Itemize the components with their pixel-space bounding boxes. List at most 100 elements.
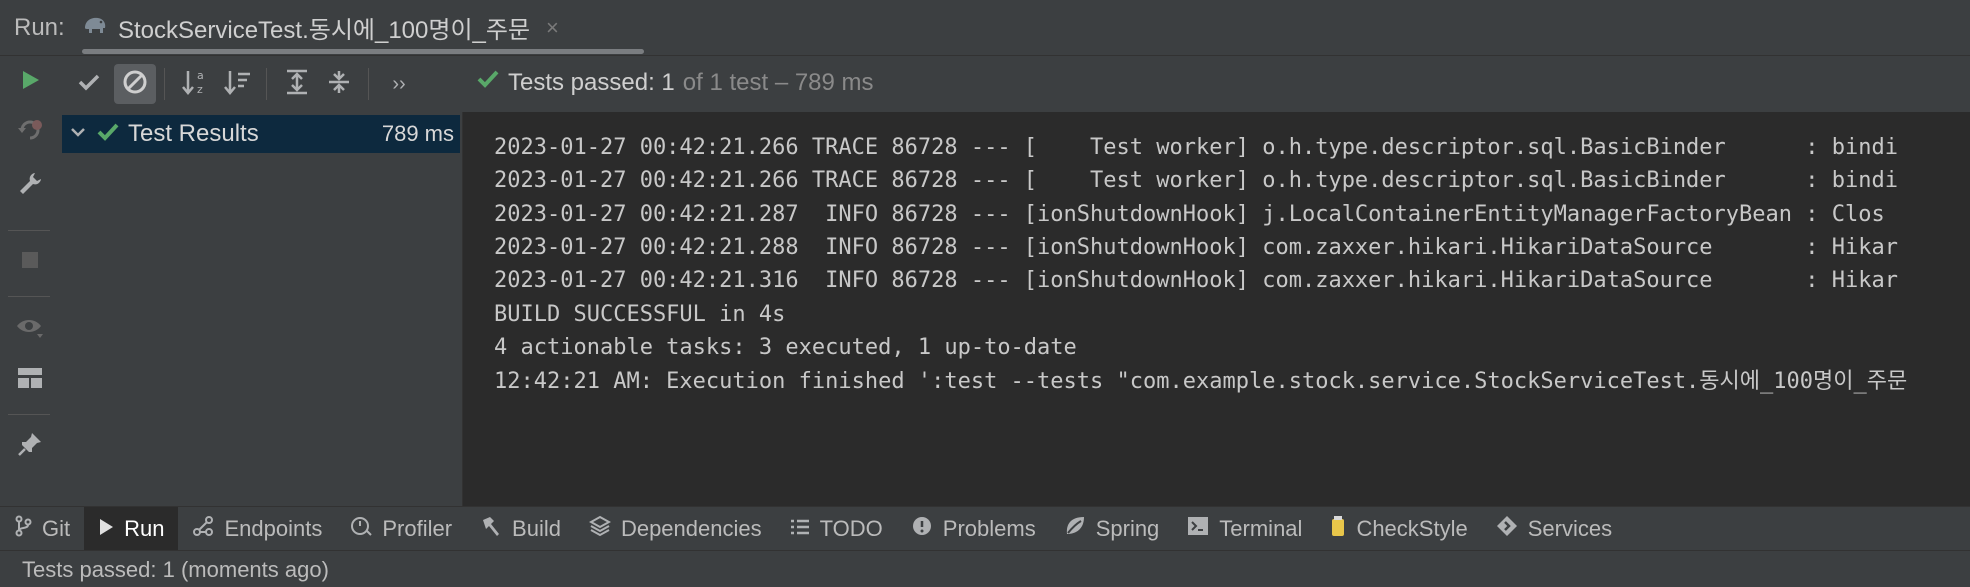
tool-tab-label: Spring <box>1095 516 1160 541</box>
passed-check-icon <box>96 121 120 148</box>
tool-tab-checkstyle[interactable]: CheckStyle <box>1316 507 1481 551</box>
endpoints-icon <box>192 515 214 543</box>
status-bar: Tests passed: 1 (moments ago) <box>0 550 1970 587</box>
tool-tab-profiler[interactable]: Profiler <box>336 507 466 551</box>
pin-icon <box>17 431 43 462</box>
tool-tab-label: Run <box>124 516 165 541</box>
chevron-down-icon[interactable] <box>68 122 88 147</box>
divider <box>164 68 165 100</box>
tool-tab-terminal[interactable]: Terminal <box>1173 507 1316 551</box>
ignored-icon <box>121 68 149 101</box>
active-tab-indicator <box>82 49 644 54</box>
more-actions-button[interactable]: ›› <box>378 64 420 104</box>
console-line: 2023-01-27 00:42:21.266 TRACE 86728 --- … <box>494 168 1898 193</box>
console-line: 2023-01-27 00:42:21.316 INFO 86728 --- [… <box>494 268 1898 293</box>
layout-button[interactable] <box>10 360 50 400</box>
run-label: Run: <box>14 14 65 41</box>
left-tool-strip <box>0 56 59 506</box>
hammer-icon <box>480 515 502 543</box>
tests-passed-text: Tests passed: 1 <box>508 68 675 96</box>
tree-row-test-results[interactable]: Test Results 789 ms <box>62 115 460 153</box>
tool-tab-build[interactable]: Build <box>466 507 575 551</box>
test-results-tree: Test Results 789 ms <box>58 112 463 506</box>
divider <box>8 296 50 297</box>
console-line: Hibernate: delete from stock where id=? … <box>494 112 1196 120</box>
tool-tab-problems[interactable]: Problems <box>897 507 1050 551</box>
tool-tab-todo[interactable]: TODO <box>776 507 897 551</box>
checkstyle-icon <box>1330 515 1346 543</box>
terminal-icon <box>1187 516 1209 542</box>
tool-tab-label: Services <box>1527 516 1613 541</box>
stop-icon <box>20 250 40 275</box>
console-line: 12:42:21 AM: Execution finished ':test -… <box>494 369 1908 394</box>
wrench-icon <box>17 171 43 202</box>
sort-by-duration-button[interactable] <box>216 64 258 104</box>
tool-tab-run[interactable]: Run <box>84 507 179 551</box>
rerun-button[interactable] <box>10 62 50 102</box>
tool-tab-dependencies[interactable]: Dependencies <box>575 507 776 551</box>
settings-button[interactable] <box>10 166 50 206</box>
tool-tab-label: TODO <box>819 516 883 541</box>
expand-all-icon <box>283 68 311 101</box>
collapse-all-icon <box>325 68 353 101</box>
expand-all-button[interactable] <box>276 64 318 104</box>
rerun-failed-icon <box>16 116 44 149</box>
layers-icon <box>588 515 612 543</box>
tool-tab-label: Git <box>42 516 71 541</box>
collapse-all-button[interactable] <box>318 64 360 104</box>
git-branch-icon <box>14 515 32 543</box>
sort-alphabetically-button[interactable]: az <box>174 64 216 104</box>
list-icon <box>790 516 810 542</box>
close-icon[interactable]: × <box>546 15 559 41</box>
console-line: 4 actionable tasks: 3 executed, 1 up-to-… <box>494 335 1077 360</box>
spring-leaf-icon <box>1064 515 1086 543</box>
checkmark-icon <box>77 72 101 97</box>
console-line: 2023-01-27 00:42:21.288 INFO 86728 --- [… <box>494 235 1898 260</box>
test-status: Tests passed: 1 of 1 test – 789 ms <box>476 68 874 97</box>
eye-icon <box>15 316 45 345</box>
pin-tab-button[interactable] <box>10 426 50 466</box>
passed-check-icon <box>476 68 500 97</box>
gradle-elephant-icon <box>82 14 108 41</box>
console-line: BUILD SUCCESSFUL in 4s <box>494 302 786 327</box>
svg-text:z: z <box>197 83 203 96</box>
tool-tab-label: Profiler <box>382 516 453 541</box>
tool-tab-label: Build <box>512 516 561 541</box>
test-runner-toolbar: az ›› Tests passed: 1 of 1 test – 789 ms <box>58 56 1970 112</box>
layout-icon <box>17 367 43 394</box>
play-icon <box>18 68 42 97</box>
console-line: 2023-01-27 00:42:21.266 TRACE 86728 --- … <box>494 135 1898 160</box>
tool-tab-label: Dependencies <box>620 516 762 541</box>
info-icon <box>911 515 933 543</box>
view-options-button[interactable] <box>10 310 50 350</box>
divider <box>368 68 369 100</box>
divider <box>8 230 50 231</box>
tool-tab-endpoints[interactable]: Endpoints <box>178 507 336 551</box>
rerun-failed-button[interactable] <box>10 112 50 152</box>
tree-label: Test Results <box>128 120 259 147</box>
tool-tab-label: Endpoints <box>224 516 323 541</box>
status-bar-text: Tests passed: 1 (moments ago) <box>22 557 329 582</box>
tool-tab-git[interactable]: Git <box>0 507 84 551</box>
run-title-bar: Run: StockServiceTest.동시에_100명이_주문 × <box>0 0 1970 56</box>
tool-tab-label: CheckStyle <box>1356 516 1468 541</box>
console-output[interactable]: Hibernate: delete from stock where id=? … <box>472 112 1970 506</box>
console-line: 2023-01-27 00:42:21.287 INFO 86728 --- [… <box>494 202 1885 227</box>
tool-tab-services[interactable]: Services <box>1482 507 1626 551</box>
svg-text:a: a <box>197 69 204 82</box>
divider <box>8 414 50 415</box>
tool-tab-spring[interactable]: Spring <box>1050 507 1174 551</box>
tests-count-text: of 1 test – 789 ms <box>682 68 874 96</box>
chevron-right-double-icon: ›› <box>392 72 406 95</box>
tool-tab-label: Terminal <box>1219 516 1303 541</box>
tool-window-bar: Git Run Endpoints Profiler Build Depende… <box>0 506 1970 551</box>
stop-button[interactable] <box>10 242 50 282</box>
run-tab[interactable]: StockServiceTest.동시에_100명이_주문 × <box>82 0 559 55</box>
sort-alpha-icon: az <box>180 68 210 101</box>
show-passed-button[interactable] <box>68 64 110 104</box>
divider <box>266 68 267 100</box>
tree-duration: 789 ms <box>381 121 454 146</box>
show-ignored-button[interactable] <box>114 64 156 104</box>
play-icon <box>98 516 114 542</box>
profiler-icon <box>350 515 373 543</box>
